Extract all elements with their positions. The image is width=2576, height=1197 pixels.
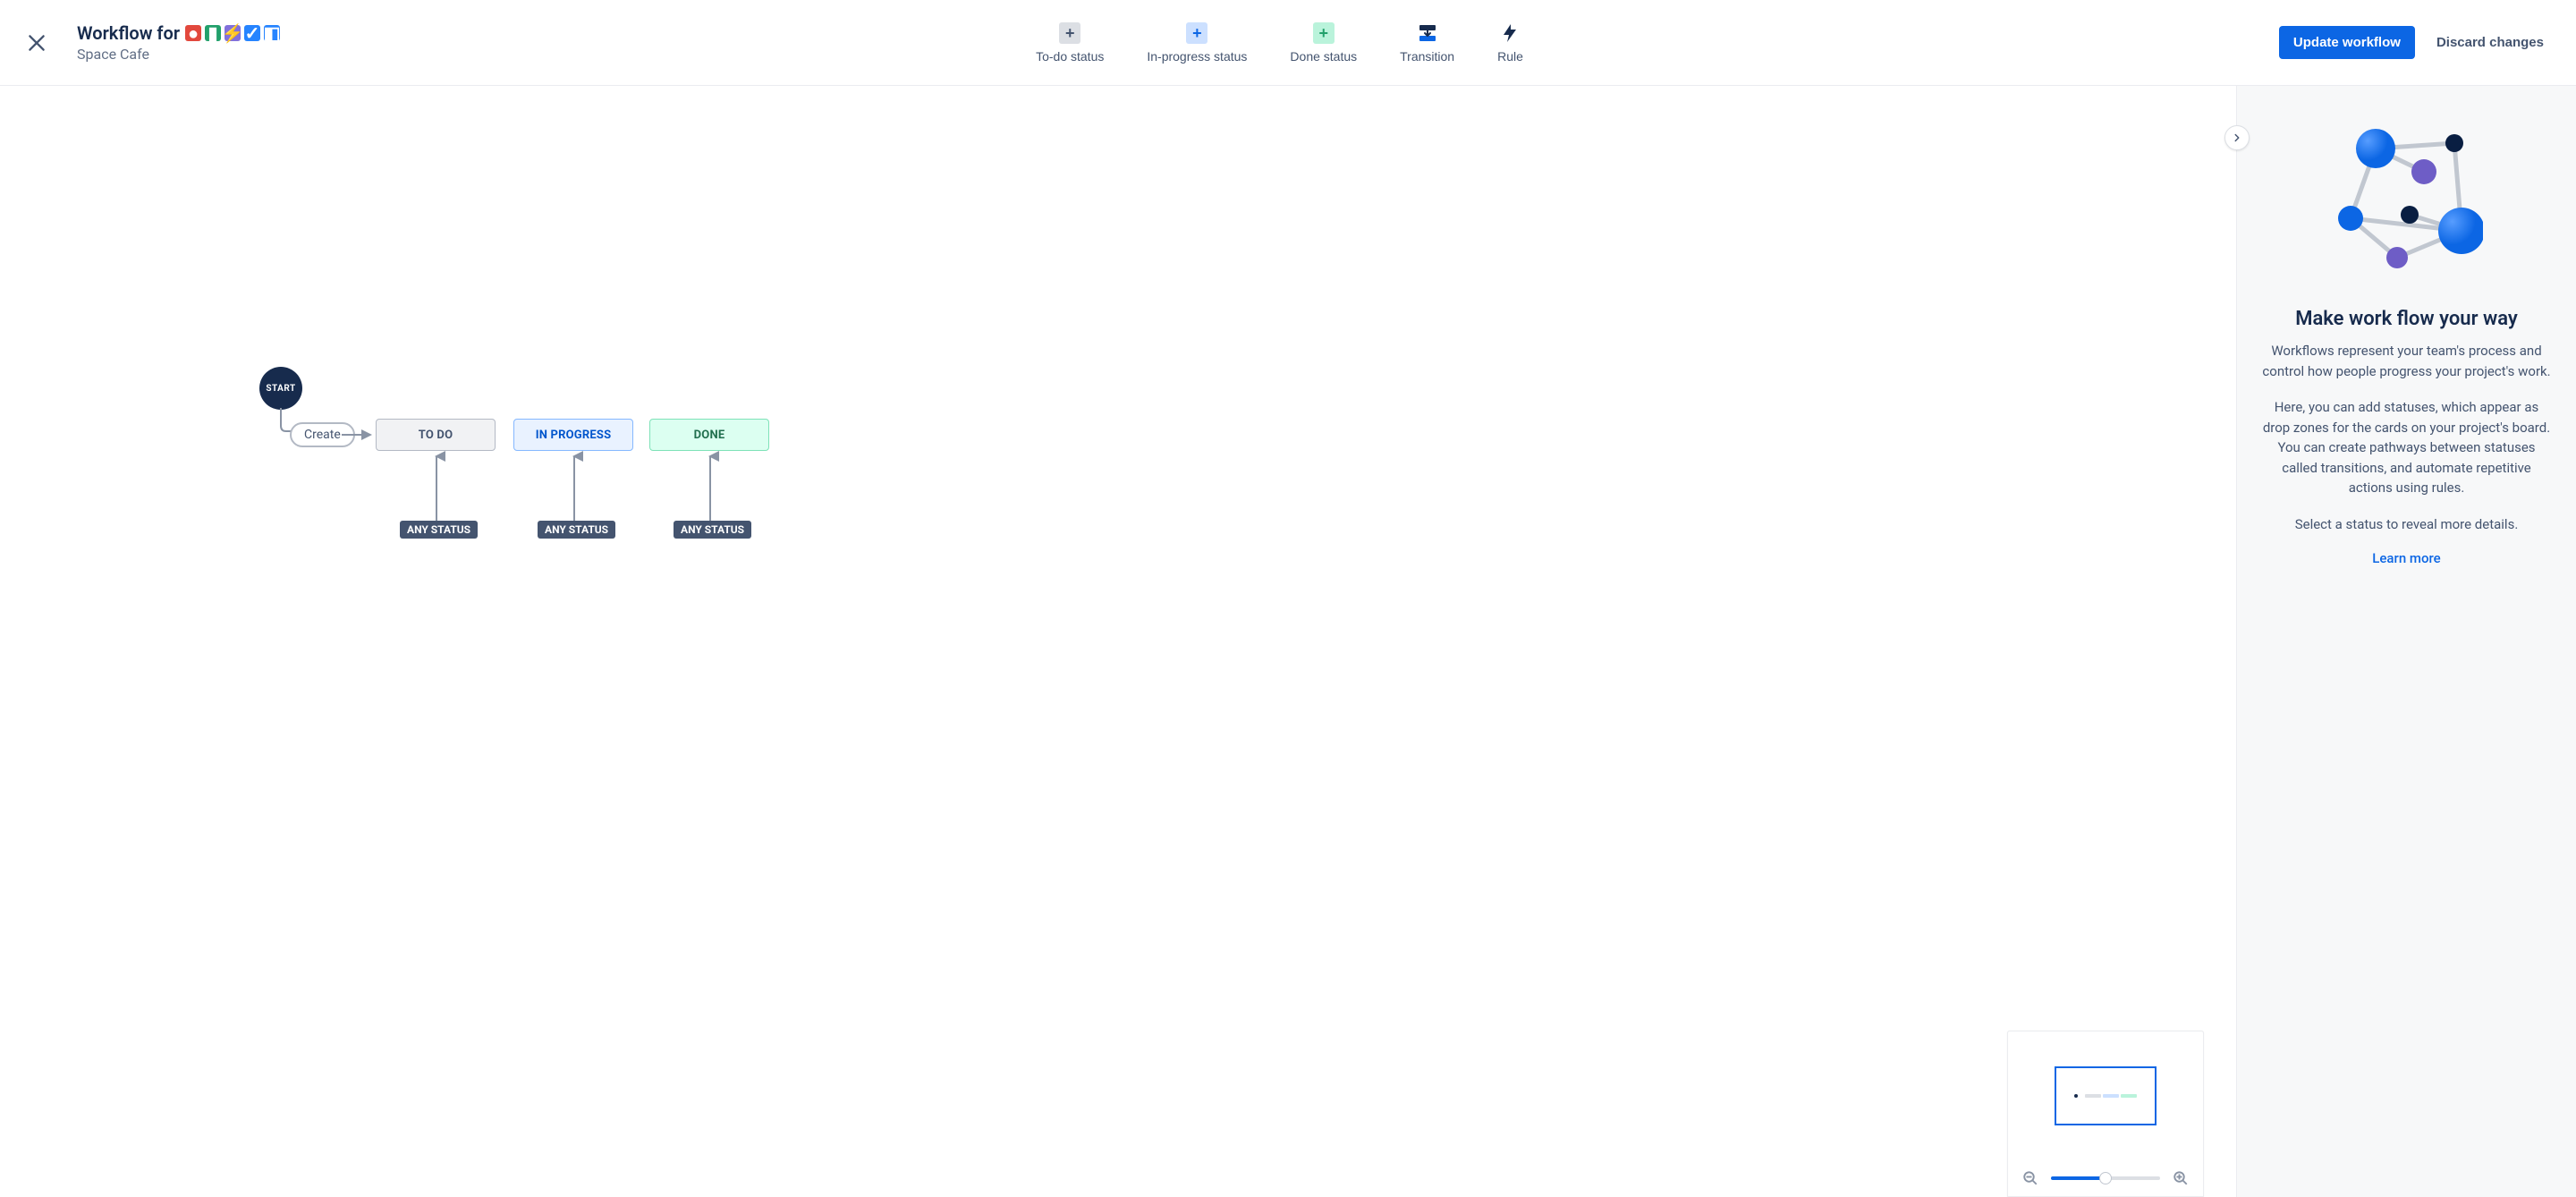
main: START Create TO DO IN PROGRESS DONE (0, 86, 2576, 1197)
issue-type-subtask-icon: ◧ (264, 25, 280, 41)
status-inprogress[interactable]: IN PROGRESS (513, 419, 633, 451)
canvas-inner: START Create TO DO IN PROGRESS DONE (0, 86, 2236, 1197)
plus-icon: + (1059, 22, 1080, 44)
add-inprogress-status-button[interactable]: + In-progress status (1141, 21, 1252, 64)
minimap-viewport[interactable] (2008, 1031, 2203, 1160)
minimap-bar-done (2121, 1094, 2137, 1098)
zoom-out-button[interactable] (2017, 1169, 2044, 1187)
zoom-slider[interactable] (2051, 1176, 2160, 1180)
header: Workflow for ● ▮ ⚡ ✓ ◧ Space Cafe + To-d… (0, 0, 2576, 86)
tool-label: Transition (1400, 49, 1454, 64)
tool-label: In-progress status (1147, 49, 1247, 64)
tool-label: Done status (1290, 49, 1357, 64)
plus-icon: + (1313, 22, 1335, 44)
chevron-right-icon (2231, 132, 2243, 144)
panel-collapse-button[interactable] (2224, 125, 2250, 150)
connector-any-inprog (569, 451, 580, 521)
panel-heading: Make work flow your way (2295, 308, 2518, 330)
workflow-canvas[interactable]: START Create TO DO IN PROGRESS DONE (0, 86, 2236, 1197)
any-status-badge-inprog[interactable]: ANY STATUS (538, 521, 615, 539)
title-block: Workflow for ● ▮ ⚡ ✓ ◧ Space Cafe (77, 22, 280, 63)
status-todo[interactable]: TO DO (376, 419, 496, 451)
status-done[interactable]: DONE (649, 419, 769, 451)
plus-icon: + (1186, 22, 1208, 44)
lightning-icon (1499, 22, 1521, 44)
panel-text-1: Workflows represent your team's process … (2262, 341, 2551, 381)
update-workflow-button[interactable]: Update workflow (2279, 26, 2415, 59)
issue-type-icons: ● ▮ ⚡ ✓ ◧ (185, 25, 280, 41)
any-status-badge-todo[interactable]: ANY STATUS (400, 521, 478, 539)
transition-icon (1417, 22, 1438, 44)
zoom-controls (2008, 1160, 2203, 1196)
learn-more-link[interactable]: Learn more (2372, 550, 2440, 566)
issue-type-story-icon: ▮ (205, 25, 221, 41)
network-illustration-icon (2331, 122, 2483, 274)
panel-illustration (2331, 122, 2483, 277)
close-button[interactable] (18, 24, 55, 62)
create-transition-pill[interactable]: Create (290, 422, 355, 447)
toolbar: + To-do status + In-progress status + Do… (1030, 21, 1529, 64)
zoom-thumb[interactable] (2099, 1172, 2112, 1184)
add-rule-button[interactable]: Rule (1492, 21, 1529, 64)
zoom-in-icon (2173, 1170, 2189, 1186)
discard-changes-button[interactable]: Discard changes (2422, 26, 2558, 59)
issue-type-bug-icon: ● (185, 25, 201, 41)
add-todo-status-button[interactable]: + To-do status (1030, 21, 1109, 64)
info-panel: Make work flow your way Workflows repres… (2236, 86, 2576, 1197)
page-subtitle: Space Cafe (77, 46, 280, 63)
connector-any-todo (431, 451, 442, 521)
tool-label: To-do status (1036, 49, 1104, 64)
add-done-status-button[interactable]: + Done status (1284, 21, 1362, 64)
minimap-frame (2055, 1066, 2157, 1125)
header-actions: Update workflow Discard changes (2279, 26, 2558, 59)
zoom-in-button[interactable] (2167, 1169, 2194, 1187)
connector-any-done (705, 451, 716, 521)
tool-label: Rule (1497, 49, 1523, 64)
start-node[interactable]: START (259, 367, 302, 410)
panel-text-2: Here, you can add statuses, which appear… (2262, 397, 2551, 498)
issue-type-task-icon: ✓ (244, 25, 260, 41)
add-transition-button[interactable]: Transition (1394, 21, 1460, 64)
any-status-badge-done[interactable]: ANY STATUS (674, 521, 751, 539)
minimap-start-dot (2074, 1094, 2078, 1098)
minimap-bar-inprog (2103, 1094, 2119, 1098)
panel-text-3: Select a status to reveal more details. (2295, 514, 2519, 535)
close-icon (25, 31, 48, 55)
issue-type-epic-icon: ⚡ (225, 25, 241, 41)
zoom-out-icon (2022, 1170, 2038, 1186)
page-title-prefix: Workflow for (77, 22, 180, 44)
minimap-bar-todo (2085, 1094, 2101, 1098)
minimap (2007, 1031, 2204, 1197)
